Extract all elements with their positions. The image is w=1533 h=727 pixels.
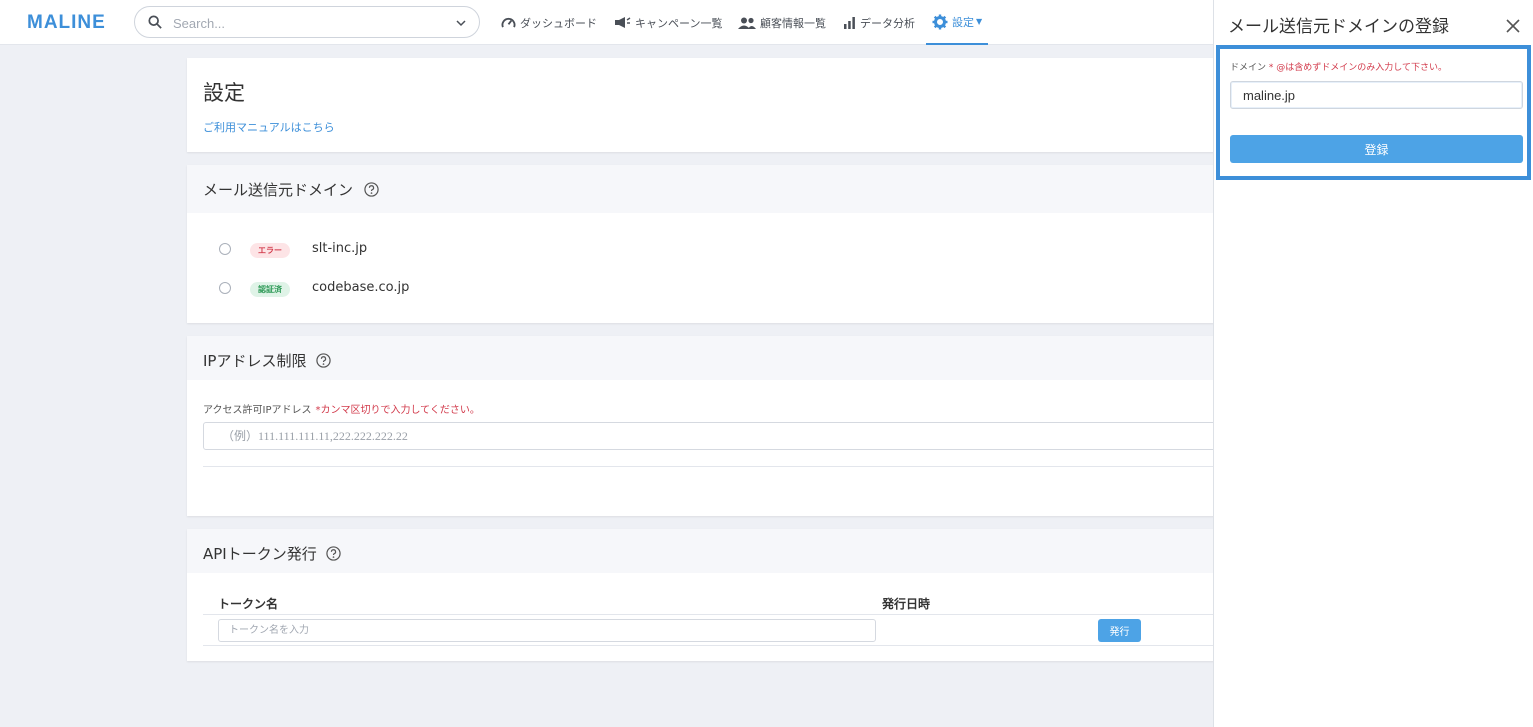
ip-restriction-title: IPアドレス制限 bbox=[203, 352, 307, 370]
gear-icon bbox=[932, 14, 948, 29]
ip-restriction-card: IPアドレス制限 アクセス許可IPアドレス *カンマ区切りで入力してください。 bbox=[187, 336, 1227, 516]
settings-header-card: 設定 ご利用マニュアルはこちら bbox=[187, 58, 1227, 152]
mail-domain-card: メール送信元ドメイン エラー slt-inc.jp 認証済 codebase.c… bbox=[187, 165, 1227, 323]
register-domain-panel: メール送信元ドメインの登録 ドメイン * @は含めずドメインのみ入力して下さい。… bbox=[1213, 0, 1533, 727]
nav-campaigns-label: キャンペーン一覧 bbox=[635, 16, 723, 30]
nav-customers-label: 顧客情報一覧 bbox=[760, 16, 826, 30]
api-token-header: APIトークン発行 bbox=[187, 529, 1227, 573]
ip-restriction-header: IPアドレス制限 bbox=[187, 336, 1227, 380]
domain-radio-2[interactable] bbox=[219, 282, 231, 294]
panel-title: メール送信元ドメインの登録 bbox=[1228, 17, 1449, 37]
divider bbox=[203, 614, 1227, 615]
ip-field-note: *カンマ区切りで入力してください。 bbox=[315, 405, 480, 416]
domain-name-2: codebase.co.jp bbox=[312, 280, 410, 295]
nav-settings[interactable]: 設定 ▼ bbox=[926, 0, 989, 45]
help-icon[interactable] bbox=[364, 182, 379, 197]
search-icon bbox=[148, 15, 162, 29]
people-icon bbox=[738, 17, 756, 29]
issue-token-button[interactable]: 発行 bbox=[1098, 619, 1141, 642]
manual-link[interactable]: ご利用マニュアルはこちら bbox=[203, 119, 335, 135]
nav-dashboard[interactable]: ダッシュボード bbox=[501, 0, 597, 45]
help-icon[interactable] bbox=[316, 353, 331, 368]
token-name-input[interactable] bbox=[218, 619, 876, 642]
bar-chart-icon bbox=[844, 17, 855, 29]
domain-radio-1[interactable] bbox=[219, 243, 231, 255]
api-token-title: APIトークン発行 bbox=[203, 545, 317, 563]
caret-down-icon: ▼ bbox=[976, 17, 983, 26]
ip-field-label-text: アクセス許可IPアドレス bbox=[203, 405, 312, 416]
register-button[interactable]: 登録 bbox=[1230, 135, 1523, 163]
app-logo[interactable]: MALINE bbox=[27, 12, 106, 34]
nav-settings-label: 設定 bbox=[952, 15, 974, 29]
domain-register-form: ドメイン * @は含めずドメインのみ入力して下さい。 登録 bbox=[1216, 45, 1531, 180]
nav-analytics-label: データ分析 bbox=[860, 16, 915, 30]
ip-address-input[interactable] bbox=[203, 422, 1227, 450]
domain-field-label: ドメイン * @は含めずドメインのみ入力して下さい。 bbox=[1230, 60, 1447, 73]
mail-domain-header: メール送信元ドメイン bbox=[187, 165, 1227, 213]
megaphone-icon bbox=[615, 17, 631, 28]
domain-name-1: slt-inc.jp bbox=[312, 241, 368, 256]
ip-field-label: アクセス許可IPアドレス *カンマ区切りで入力してください。 bbox=[203, 401, 480, 416]
status-badge-verified: 認証済 bbox=[250, 282, 290, 297]
mail-domain-title: メール送信元ドメイン bbox=[203, 181, 354, 199]
close-icon[interactable] bbox=[1506, 19, 1520, 33]
dashboard-gauge-icon bbox=[501, 17, 516, 28]
nav-analytics[interactable]: データ分析 bbox=[843, 0, 915, 45]
domain-field-name: ドメイン bbox=[1230, 63, 1267, 73]
api-token-card: APIトークン発行 トークン名 発行日時 発行 bbox=[187, 529, 1227, 661]
nav-dashboard-label: ダッシュボード bbox=[520, 16, 597, 30]
nav-customers[interactable]: 顧客情報一覧 bbox=[738, 0, 826, 45]
divider bbox=[203, 645, 1227, 646]
page-title: 設定 bbox=[203, 81, 245, 105]
search-box[interactable] bbox=[134, 6, 480, 38]
help-icon[interactable] bbox=[326, 546, 341, 561]
column-header-token-name: トークン名 bbox=[218, 597, 279, 611]
search-input[interactable] bbox=[173, 13, 443, 33]
domain-field-note: * @は含めずドメインのみ入力して下さい。 bbox=[1268, 63, 1447, 73]
status-badge-error: エラー bbox=[250, 243, 290, 258]
column-header-issued-at: 発行日時 bbox=[882, 597, 931, 611]
divider bbox=[203, 466, 1227, 467]
domain-input[interactable] bbox=[1230, 81, 1523, 109]
nav-campaigns[interactable]: キャンペーン一覧 bbox=[614, 0, 722, 45]
chevron-down-icon[interactable] bbox=[455, 17, 467, 29]
